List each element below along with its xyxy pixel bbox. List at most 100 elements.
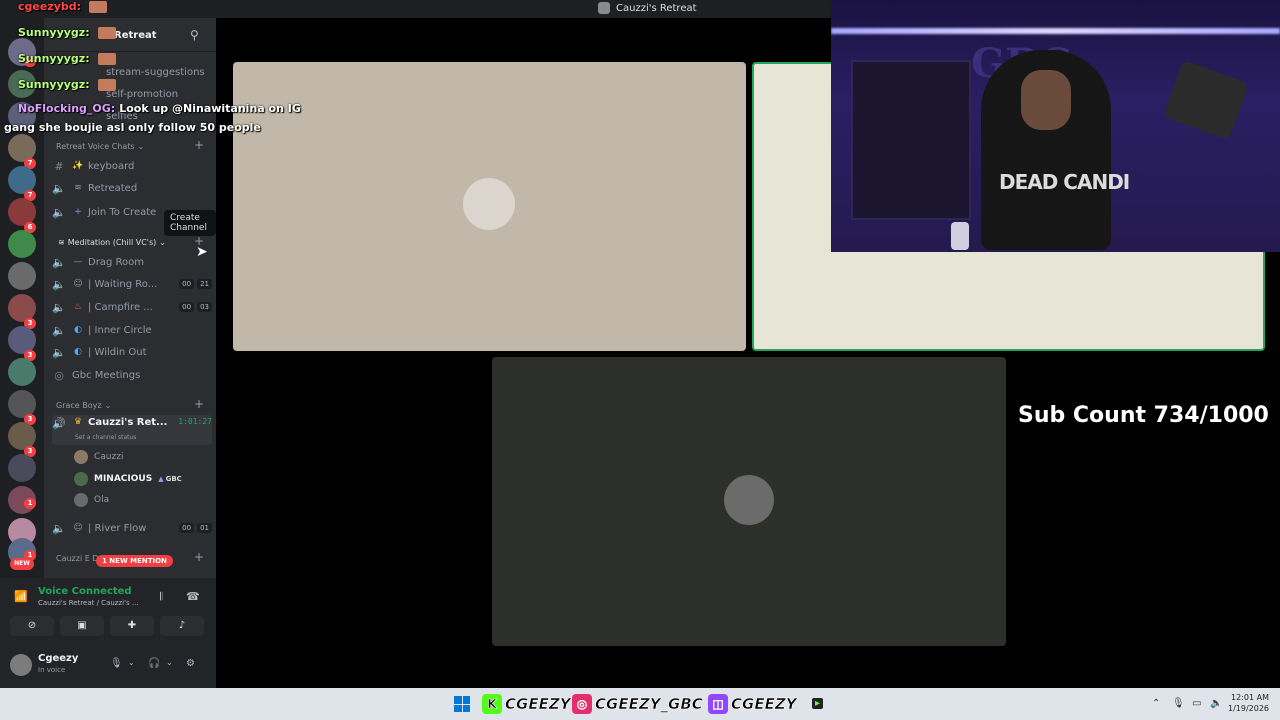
noise-suppression-icon[interactable]: 𝄃 (160, 590, 162, 604)
water-icon: ◐ (74, 347, 82, 357)
disconnect-icon[interactable]: ☎ (186, 590, 200, 603)
add-channel-icon[interactable]: + (194, 550, 204, 564)
chevron-down-icon[interactable]: ⌄ (128, 658, 135, 667)
kick-handle: K CGEEZY (482, 692, 571, 716)
stage-channel-icon: ◎ (54, 368, 64, 382)
person-icon: ☺ (73, 523, 83, 533)
mouse-cursor-icon: ➤ (196, 244, 208, 260)
channel-keyboard[interactable]: # ✨ keyboard (52, 156, 212, 176)
water-icon: ◐ (74, 325, 82, 335)
channel-wildin-out[interactable]: 🔈 ◐ | Wildin Out (52, 342, 212, 362)
invite-people-icon[interactable]: ⚲ (190, 28, 199, 42)
terminal-icon[interactable]: ▸ (812, 698, 824, 709)
taskbar: K CGEEZY ◎ CGEEZY_GBC ◫ CGEEZY ▸ ⌃ 🎙 ▭ 🔈… (0, 688, 1280, 720)
shelf (851, 60, 971, 220)
emote-icon (89, 1, 108, 13)
network-icon[interactable]: ▭ (1192, 698, 1201, 709)
server-name: Retreat (114, 30, 157, 41)
plus-icon: + (74, 207, 82, 217)
avatar (463, 178, 515, 230)
volume-icon[interactable]: 🔈 (1210, 698, 1222, 709)
category-retreat-voice-chats[interactable]: Retreat Voice Chats ⌄ (56, 142, 144, 151)
text-channel-icon: # (54, 159, 64, 173)
voice-active-icon: 🔊 (52, 417, 66, 430)
create-channel-tooltip: Create Channel (164, 210, 216, 236)
current-user-name[interactable]: Cgeezy (38, 653, 78, 664)
tag-icon: ▲ (158, 475, 164, 483)
system-clock[interactable]: 12:01 AM 1/19/2026 (1228, 692, 1269, 714)
channel-gbc-meetings[interactable]: ◎ Gbc Meetings (52, 365, 212, 385)
add-channel-icon[interactable]: + (194, 138, 204, 152)
soundboard-button[interactable]: ♪ (160, 616, 204, 636)
video-tile[interactable] (492, 357, 1006, 646)
video-tile[interactable] (233, 62, 746, 351)
activities-button[interactable]: ✚ (110, 616, 154, 636)
chevron-down-icon: ⌄ (137, 142, 145, 151)
new-badge: NEW (10, 558, 34, 570)
voice-user[interactable]: Cauzzi (74, 448, 123, 466)
emote-icon (97, 27, 116, 39)
voice-channel-icon: 🔈 (52, 277, 66, 291)
server-icon[interactable] (8, 358, 36, 386)
channel-waiting-room[interactable]: 🔈 ☺ | Waiting Ro... 00 21 (52, 274, 212, 294)
chat-message: gang she boujie asl only follow 50 peopl… (4, 121, 261, 134)
voice-channel-icon: 🔈 (52, 521, 66, 535)
voice-connected-label[interactable]: Voice Connected (38, 586, 132, 597)
avatar[interactable] (10, 654, 32, 676)
wave-icon: ≋ (74, 183, 82, 193)
signal-icon: 📶 (14, 590, 28, 603)
channel-retreated[interactable]: 🔈 ≋ Retreated (52, 178, 212, 198)
new-mention-pill[interactable]: 1 NEW MENTION (96, 555, 173, 567)
kick-icon: K (482, 694, 502, 714)
channel-drag-room[interactable]: 🔈 — Drag Room (52, 252, 212, 272)
voice-channel-icon: 🔈 (52, 181, 66, 195)
voice-channel-icon: 🔈 (52, 255, 66, 269)
voice-channel-icon: 🔈 (52, 205, 66, 219)
camera-off-button[interactable]: ⊘ (10, 616, 54, 636)
windows-start-icon[interactable] (454, 696, 470, 712)
hoodie-text: DEAD CANDI (999, 170, 1130, 194)
microphone-arm (1162, 59, 1250, 141)
crown-icon: ♛ (73, 417, 83, 427)
microphone-icon[interactable]: 🎙 (110, 658, 123, 669)
gear-icon[interactable]: ⚙ (186, 658, 195, 669)
microphone-icon[interactable]: 🎙 (1172, 698, 1185, 709)
voice-status-panel: 📶 Voice Connected Cauzzi's Retreat / Cau… (0, 578, 216, 688)
screen-share-button[interactable]: ▣ (60, 616, 104, 636)
chevron-up-icon[interactable]: ⌃ (1152, 698, 1160, 709)
voice-channel-path[interactable]: Cauzzi's Retreat / Cauzzi's ... (38, 599, 139, 607)
instagram-icon: ◎ (572, 694, 592, 714)
window-title: Cauzzi's Retreat (598, 2, 697, 14)
voice-user[interactable]: MINACIOUS ▲ GBC (74, 470, 182, 488)
server-icon[interactable] (8, 454, 36, 482)
voice-channel-icon: 🔈 (52, 300, 66, 314)
channel-status-hint[interactable]: Set a channel status (75, 434, 136, 441)
category-cauzzi-e-d[interactable]: Cauzzi E D (56, 554, 98, 563)
voice-user[interactable]: Ola (74, 491, 109, 509)
add-channel-icon[interactable]: + (194, 397, 204, 411)
server-icon[interactable] (8, 262, 36, 290)
chat-message: Sunnyyygz: (18, 78, 116, 91)
category-grace-boyz[interactable]: Grace Boyz ⌄ (56, 401, 111, 410)
streamer-face (1021, 70, 1071, 130)
channel-stream-suggestions[interactable]: stream-suggestions (106, 62, 206, 82)
chat-message: Sunnyyygz: (18, 52, 116, 65)
chevron-down-icon: ⌄ (104, 401, 112, 410)
chat-message: Sunnyyygz: (18, 26, 116, 39)
chevron-down-icon[interactable]: ⌄ (166, 658, 173, 667)
emote-icon (97, 79, 116, 91)
user-count: 00 01 (179, 523, 212, 533)
voice-channel-icon: 🔈 (52, 323, 66, 337)
current-user-status: In voice (38, 666, 66, 674)
channel-inner-circle[interactable]: 🔈 ◐ | Inner Circle (52, 320, 212, 340)
headphones-icon[interactable]: 🎧 (148, 658, 160, 669)
category-meditation[interactable]: ≋ Meditation (Chill VC's) ⌄ (58, 238, 166, 247)
emote-icon (97, 53, 116, 65)
user-count: 00 03 (179, 302, 212, 312)
chat-message: NoFlocking_OG: Look up @Ninawitanina on I… (18, 102, 301, 115)
server-icon[interactable] (8, 230, 36, 258)
channel-campfire[interactable]: 🔈 ♨ | Campfire ... 00 03 (52, 297, 212, 317)
channel-river-flow[interactable]: 🔈 ☺ | River Flow 00 01 (52, 518, 212, 538)
avatar (74, 450, 88, 464)
channel-self-promotion[interactable]: self-promotion (106, 84, 206, 104)
